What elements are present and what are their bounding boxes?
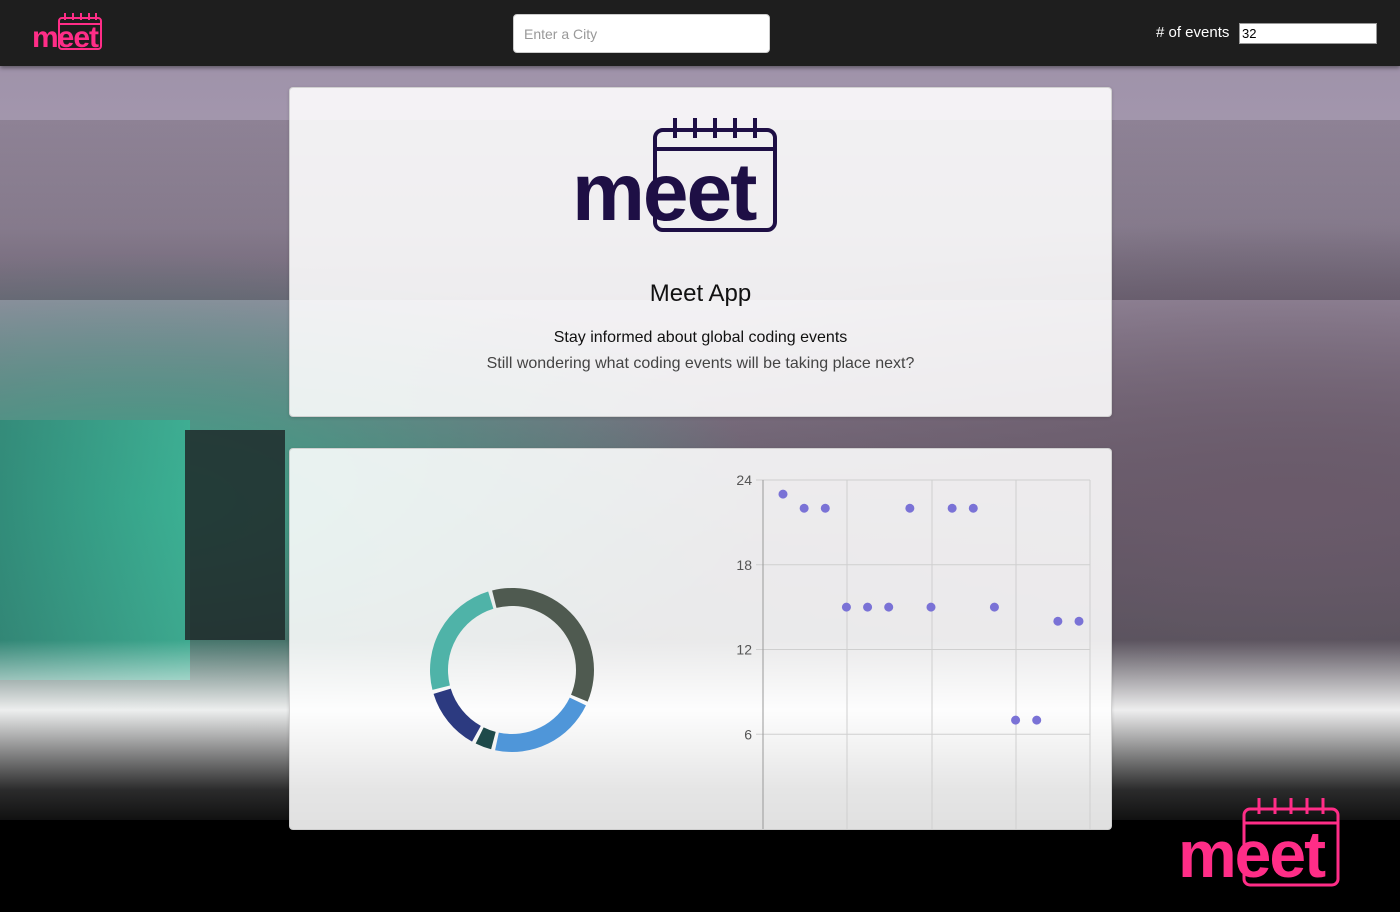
charts-area: 24 18 12 6 [430,472,1091,829]
meet-logo-large-text: meet [572,147,757,232]
scatter-point [841,602,851,612]
meet-logo-small[interactable]: meet [30,12,120,54]
scatter-point [863,602,873,612]
scatter-point [989,602,999,612]
events-count-input[interactable] [1239,23,1377,44]
page-subtitle: Stay informed about global coding events [553,329,848,346]
top-navbar: meet # of events [0,0,1400,66]
scatter-point [820,503,830,513]
y-tick-label: 18 [736,557,752,573]
scatter-point [1032,715,1042,725]
scatter-point [884,602,894,612]
scatter-point [905,503,915,513]
scatter-point [968,503,978,513]
scatter-point [778,489,788,499]
y-tick-label: 24 [736,472,752,488]
scatter-point [1011,715,1021,725]
donut-slice [492,588,594,702]
events-count-label: # of events [1156,24,1230,41]
meet-logo-corner: meet [1178,798,1340,889]
scatter-point [947,503,957,513]
intro-card: meet Meet App Stay informed about global… [289,87,1112,417]
donut-slice [495,697,586,752]
donut-slice [475,727,496,750]
meet-logo-corner-text: meet [1178,817,1326,889]
y-tick-label: 6 [744,726,752,742]
city-search-input[interactable] [513,14,770,53]
charts-card: 24 18 12 6 [289,448,1112,830]
scatter-point [1053,616,1063,626]
donut-slice [430,591,494,690]
y-tick-label: 12 [736,642,752,658]
background-menu-board [185,430,285,640]
page-title: Meet App [649,280,752,307]
scatter-point [1074,616,1084,626]
scatter-point [926,602,936,612]
donut-slice [433,688,481,742]
meet-logo-small-text: meet [32,21,99,54]
scatter-point [799,503,809,513]
page-description: Still wondering what coding events will … [486,355,915,372]
meet-logo-large: meet [572,118,777,232]
